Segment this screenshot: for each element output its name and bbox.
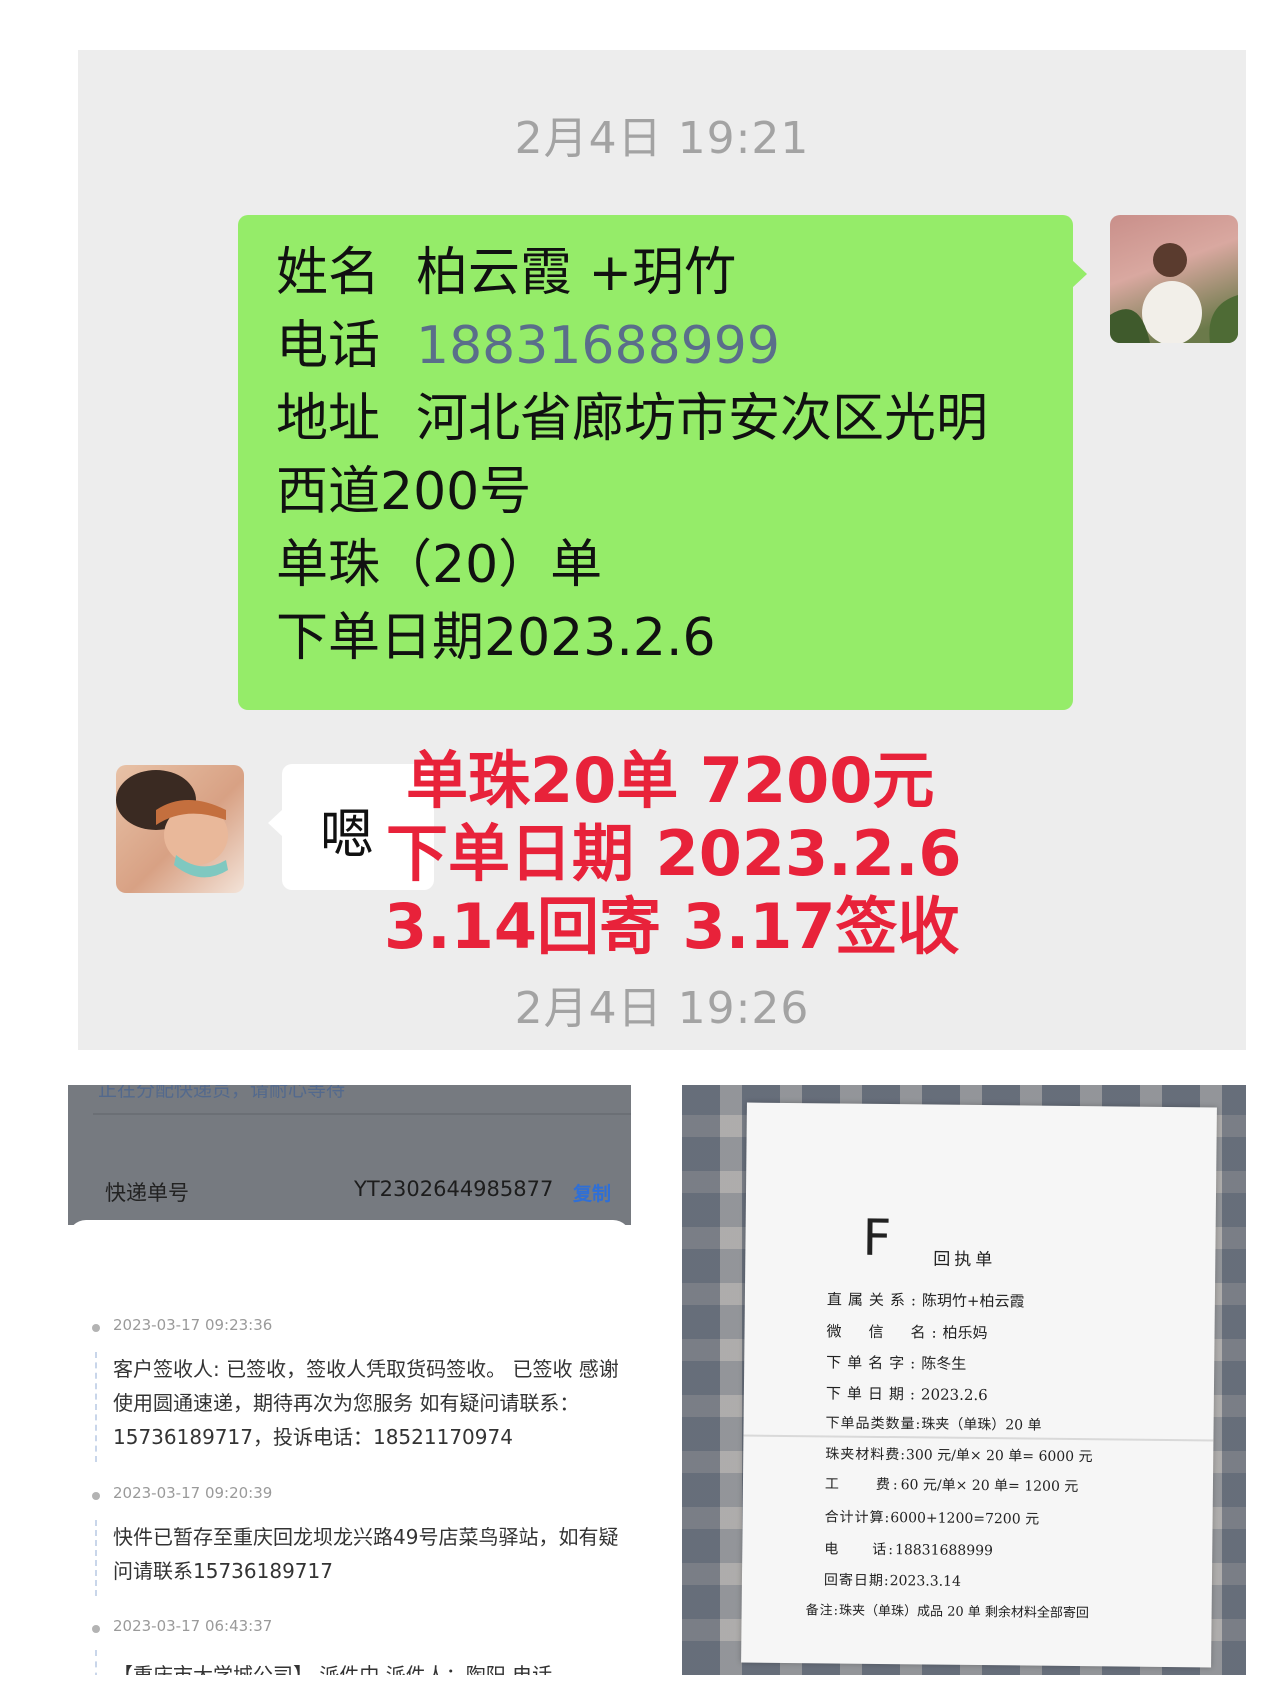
receipt-row: 下单品类数量:珠夹（单珠）20 单: [825, 1415, 1042, 1434]
receipt-paper: F 回执单 直属关系:陈玥竹+柏云霞 微 信 名:柏乐妈 下单名字:陈冬生 下单…: [741, 1102, 1217, 1668]
timeline-dot: [92, 1492, 100, 1500]
logistics-screenshot: 正在分配快递员，请耐心等待 快递单号 YT2302644985877 复制 20…: [68, 1085, 631, 1675]
event-text: 【重庆市大学城公司】 派件中 派件人：陶阳 电话: [113, 1663, 553, 1675]
name-key: 姓名: [276, 243, 381, 303]
receipt-heading: 回执单: [933, 1249, 997, 1271]
timeline-connector: [95, 1650, 97, 1675]
annotation-line3: 3.14回寄 3.17签收: [384, 890, 960, 963]
person-photo-icon: [116, 770, 228, 878]
receipt-row: 电 话:18831688999: [824, 1541, 994, 1560]
receipt-photo: F 回执单 直属关系:陈玥竹+柏云霞 微 信 名:柏乐妈 下单名字:陈冬生 下单…: [682, 1085, 1246, 1675]
receipt-row: 珠夹材料费:300 元/单× 20 单= 6000 元: [825, 1446, 1093, 1466]
name-value: 柏云霞 +玥竹: [416, 243, 737, 303]
event-time: 2023-03-17 09:23:36: [113, 1316, 273, 1334]
receipt-row: 备注:珠夹（单珠）成品 20 单 剩余材料全部寄回: [805, 1603, 1090, 1622]
order-date-line: 下单日期2023.2.6: [276, 608, 716, 668]
timestamp-bottom: 2月4日 19:26: [514, 983, 810, 1034]
receipt-row: 工 费:60 元/单× 20 单= 1200 元: [824, 1476, 1079, 1496]
cut-status-text: 正在分配快递员，请耐心等待: [98, 1085, 346, 1101]
receipt-letter: F: [862, 1208, 892, 1268]
address-value-line1: 河北省廊坊市安次区光明: [416, 389, 989, 449]
contact-avatar[interactable]: [116, 765, 244, 893]
receipt-row: 直属关系:陈玥竹+柏云霞: [826, 1290, 1025, 1311]
paper-fold-line: [743, 1434, 1214, 1442]
tracking-timeline: 2023-03-17 09:23:36 客户签收人: 已签收，签收人凭取货码签收…: [68, 1220, 631, 1675]
incoming-text: 嗯: [320, 803, 374, 866]
receipt-row: 下单名字:陈冬生: [826, 1353, 967, 1373]
receipt-row: 合计计算:6000+1200=7200 元: [824, 1509, 1040, 1528]
event-text: 客户签收人: 已签收，签收人凭取货码签收。 已签收 感谢使用圆通速递，期待再次为…: [113, 1357, 619, 1449]
item-line: 单珠（20）单: [276, 535, 603, 595]
tracking-number: YT2302644985877: [354, 1177, 554, 1201]
self-avatar[interactable]: [1110, 215, 1238, 343]
receipt-row: 回寄日期:2023.3.14: [823, 1572, 962, 1590]
event-time: 2023-03-17 09:20:39: [113, 1484, 273, 1502]
divider: [93, 1113, 631, 1115]
timeline-dot: [92, 1324, 100, 1332]
receipt-row: 下单日期:2023.2.6: [825, 1384, 988, 1405]
phone-link[interactable]: 18831688999: [416, 316, 780, 376]
annotation-line1: 单珠20单 7200元: [406, 744, 935, 817]
address-value-line2: 西道200号: [276, 462, 532, 522]
chat-screenshot: 2月4日 19:21 姓名 柏云霞 +玥竹 电话 18831688999 地址 河北省…: [78, 50, 1246, 1050]
address-key: 地址: [276, 389, 381, 449]
annotation-line2: 下单日期 2023.2.6: [386, 817, 962, 890]
timeline-connector: [95, 1520, 97, 1596]
event-text: 快件已暂存至重庆回龙坝龙兴路49号店菜鸟驿站，如有疑问请联系1573618971…: [113, 1525, 619, 1583]
timestamp-top: 2月4日 19:21: [514, 113, 810, 164]
outgoing-message-bubble[interactable]: 姓名 柏云霞 +玥竹 电话 18831688999 地址 河北省廊坊市安次区光明 西道…: [238, 215, 1087, 710]
timeline-dot: [92, 1625, 100, 1633]
tracking-label: 快递单号: [105, 1181, 189, 1205]
person-photo-icon: [1110, 243, 1238, 343]
copy-button[interactable]: 复制: [573, 1179, 611, 1206]
dimmed-header: 正在分配快递员，请耐心等待 快递单号 YT2302644985877 复制: [68, 1085, 631, 1225]
timeline-connector: [95, 1352, 97, 1462]
receipt-row: 微 信 名:柏乐妈: [826, 1322, 988, 1343]
event-time: 2023-03-17 06:43:37: [113, 1617, 273, 1635]
phone-key: 电话: [276, 316, 381, 376]
